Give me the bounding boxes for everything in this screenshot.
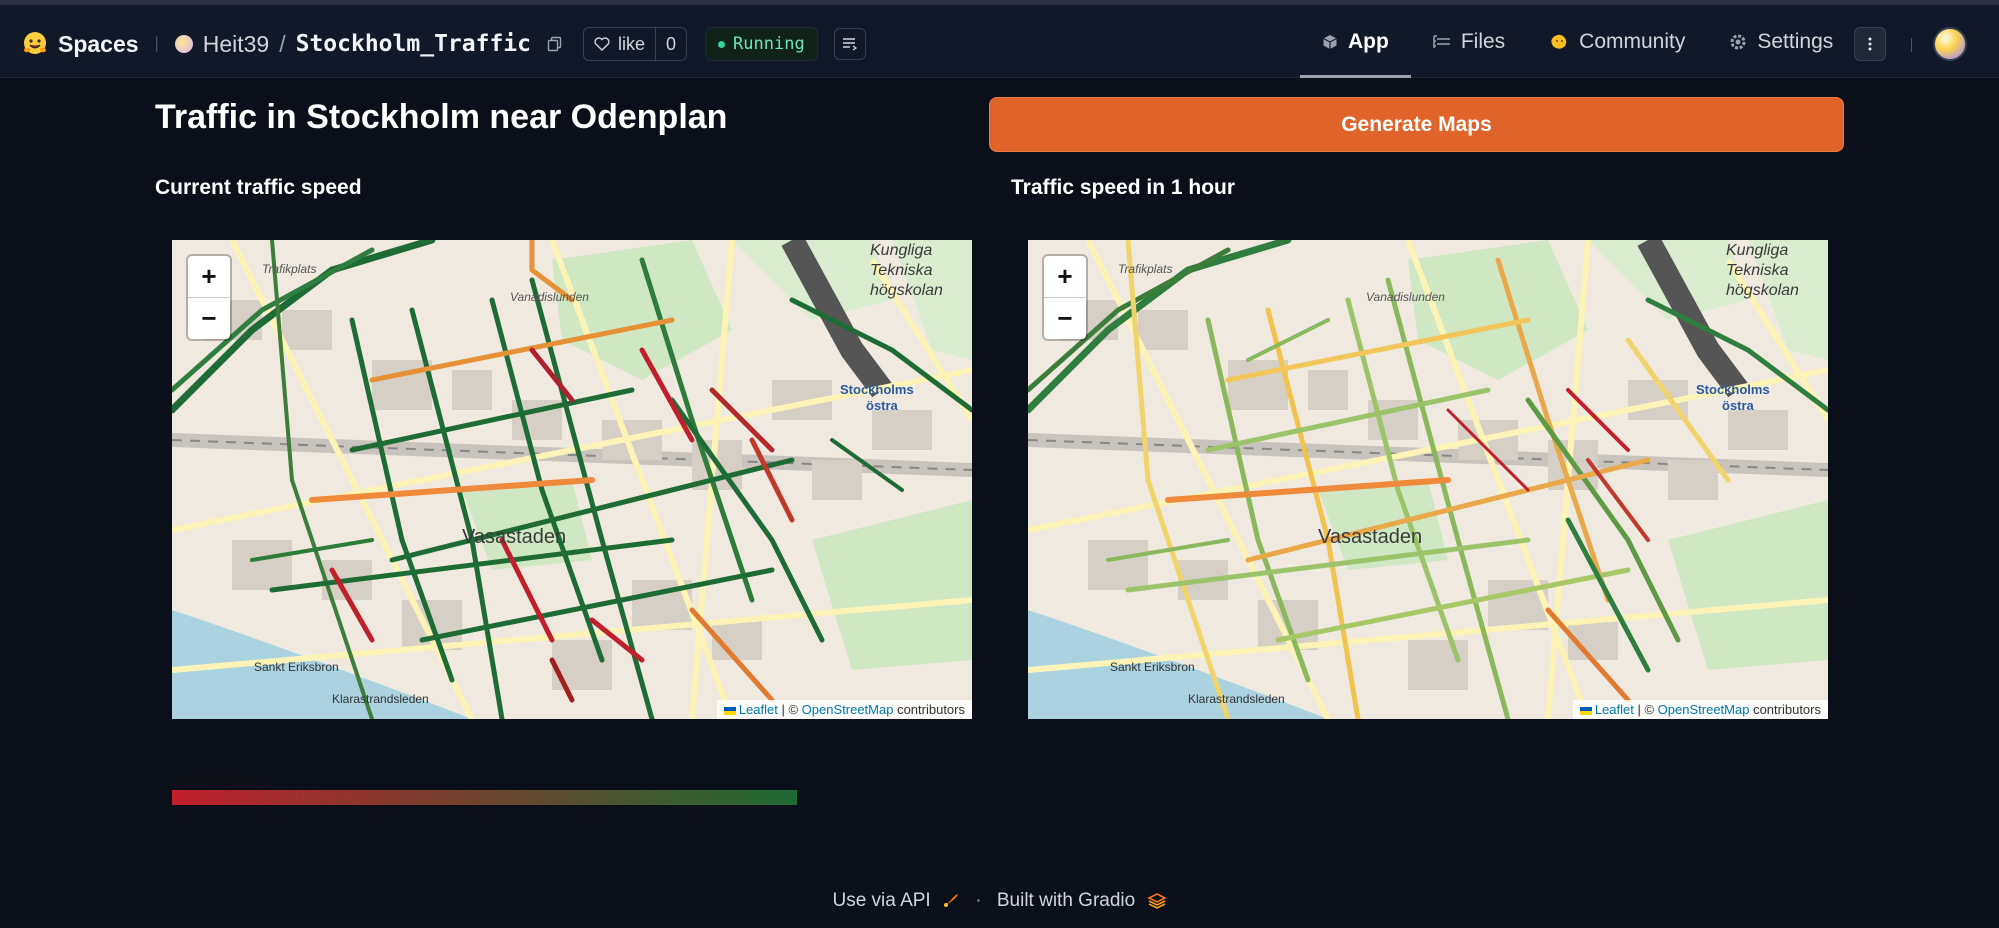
map-label: Vanadislunden [510,290,589,304]
tab-community[interactable]: Community [1527,5,1707,78]
openstreetmap-link[interactable]: OpenStreetMap [802,702,894,717]
status-text: Running [733,34,805,54]
heart-icon [594,37,610,51]
map-tiles [172,240,972,719]
map-label: Tekniska [870,262,933,279]
legend-tick: 0.9 [579,808,598,823]
map-tiles [1028,240,1828,719]
leaflet-link[interactable]: Leaflet [739,702,778,717]
legend-tick: 0.7 [371,808,390,823]
ukraine-flag-icon [1579,706,1592,715]
tab-files[interactable]: Files [1411,5,1527,78]
use-via-api-link[interactable]: Use via API [832,890,930,911]
map-label: Klarastrandsleden [1188,692,1285,706]
map-label: Trafikplats [262,262,317,276]
space-header: Spaces | Heit39 / Stockholm_Traffic like… [22,26,866,62]
rocket-icon [943,893,958,907]
ukraine-flag-icon [723,706,736,715]
attribution-separator: | © [1633,702,1658,717]
map-label: Klarastrandsleden [332,692,429,706]
openstreetmap-link[interactable]: OpenStreetMap [1658,702,1750,717]
legend-tick: 0.6 [267,808,286,823]
map-label: Vasastaden [1318,526,1423,548]
footer-separator: · [975,890,982,911]
zoom-out-button[interactable]: − [1044,298,1086,339]
hugging-face-logo-icon[interactable] [22,31,48,57]
files-icon [1433,34,1450,48]
map-label: Tekniska [1726,262,1789,279]
legend-title: Traffic Speed [172,771,255,787]
map-label: Trafikplats [1118,262,1173,276]
status-badge[interactable]: Running [705,27,818,61]
zoom-control: + − [1044,256,1086,339]
map-label: Stockholms [840,382,914,397]
map-label: östra [1722,398,1754,413]
current-traffic-map[interactable]: Trafikplats Vanadislunden Kungliga Tekni… [172,240,972,719]
status-dot-icon [718,40,726,48]
map-label: Sankt Eriksbron [254,660,339,674]
logs-icon [842,38,857,51]
spaces-link[interactable]: Spaces [58,31,139,58]
legend-tick: 1.0 [683,808,702,823]
cube-icon [1323,34,1337,49]
legend-ticks: 0.5 0.6 0.7 0.8 0.9 1.0 [172,808,797,824]
attribution-contributors: contributors [1749,702,1821,717]
footer: Use via API · Built with Gradio [0,890,1999,912]
gradio-logo-icon [1146,893,1167,909]
map-attribution: Leaflet | © OpenStreetMap contributors [716,700,972,719]
copy-icon[interactable] [547,36,563,52]
top-navigation-bar: Spaces | Heit39 / Stockholm_Traffic like… [0,0,1999,78]
map-label: högskolan [1726,282,1799,299]
space-tabs: App Files Community Settings [1300,5,1855,78]
logs-button[interactable] [833,28,866,60]
like-count: 0 [666,33,677,54]
user-avatar[interactable] [1933,27,1967,61]
owner-link[interactable]: Heit39 [203,31,269,58]
zoom-in-button[interactable]: + [1044,256,1086,298]
tab-app[interactable]: App [1300,5,1411,78]
divider [1911,38,1912,52]
current-traffic-label: Current traffic speed [155,176,362,199]
tab-settings-label: Settings [1757,29,1834,53]
zoom-in-button[interactable]: + [188,256,230,298]
owner-avatar [174,35,193,53]
future-traffic-map[interactable]: Trafikplats Vanadislunden Kungliga Tekni… [1028,240,1828,719]
legend-color-bar [172,790,797,805]
like-label: like [618,33,646,54]
community-icon [1551,34,1567,49]
tab-files-label: Files [1460,29,1506,53]
path-separator: / [279,30,286,57]
divider: | [154,35,159,52]
gear-icon [1730,34,1746,49]
built-with-gradio-link[interactable]: Built with Gradio [997,890,1135,911]
map-label: Stockholms [1696,382,1770,397]
map-label: Vanadislunden [1366,290,1445,304]
zoom-control: + − [188,256,230,339]
legend-tick: 0.5 [172,808,191,823]
map-label: högskolan [870,282,943,299]
repo-name[interactable]: Stockholm_Traffic [296,31,531,57]
map-label: Kungliga [1726,242,1789,259]
like-button[interactable]: like 0 [583,27,688,61]
future-traffic-label: Traffic speed in 1 hour [1011,176,1236,199]
zoom-out-button[interactable]: − [188,298,230,339]
page-title: Traffic in Stockholm near Odenplan [155,98,728,136]
map-label: östra [866,398,898,413]
legend-tick: 0.8 [475,808,494,823]
more-options-button[interactable] [1854,27,1886,61]
map-label: Sankt Eriksbron [1110,660,1195,674]
generate-maps-button[interactable]: Generate Maps [989,97,1844,152]
map-label: Vasastaden [462,526,567,548]
leaflet-link[interactable]: Leaflet [1595,702,1634,717]
tab-app-label: App [1348,29,1389,53]
map-attribution: Leaflet | © OpenStreetMap contributors [1572,700,1828,719]
tab-community-label: Community [1579,29,1686,53]
more-vertical-icon [1868,37,1872,51]
tab-settings[interactable]: Settings [1707,5,1855,78]
attribution-separator: | © [777,702,802,717]
map-label: Kungliga [870,242,933,259]
attribution-contributors: contributors [893,702,965,717]
